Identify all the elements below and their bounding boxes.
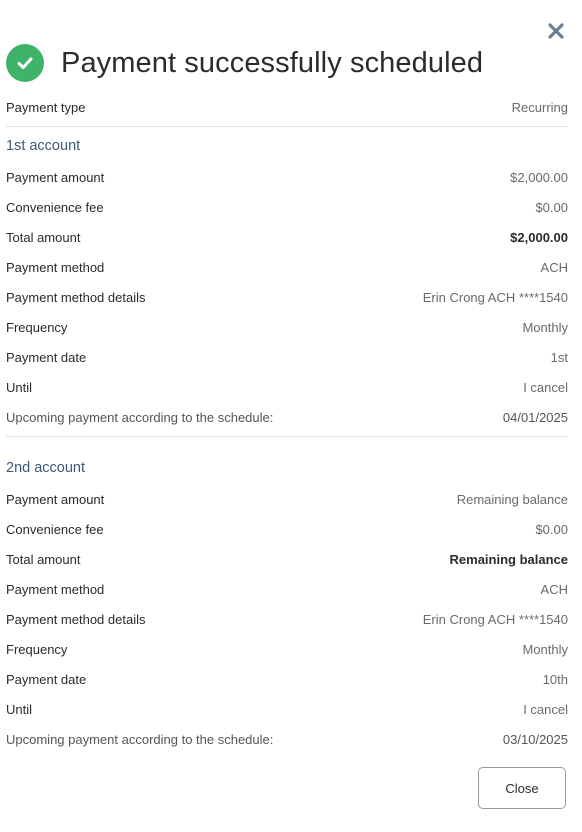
row-value: Remaining balance <box>449 551 568 567</box>
row-label: Convenience fee <box>6 521 104 537</box>
row-value: Remaining balance <box>456 491 568 507</box>
account-2-payment-date-row: Payment date 10th <box>6 668 568 690</box>
dialog-header: Payment successfully scheduled <box>6 41 483 85</box>
row-value: Monthly <box>522 319 568 335</box>
row-label: Frequency <box>6 641 68 657</box>
row-value: 03/10/2025 <box>502 731 568 747</box>
account-2-payment-amount-row: Payment amount Remaining balance <box>6 488 568 510</box>
row-value: $0.00 <box>535 521 568 537</box>
row-label: Upcoming payment according to the schedu… <box>6 409 274 425</box>
row-value: 10th <box>542 671 568 687</box>
row-label: Frequency <box>6 319 68 335</box>
row-label: Total amount <box>6 229 81 245</box>
account-1-payment-amount-row: Payment amount $2,000.00 <box>6 166 568 188</box>
row-value: ACH <box>540 259 568 275</box>
row-label: Payment date <box>6 671 87 687</box>
row-label: Payment date <box>6 349 87 365</box>
payment-type-row: Payment type Recurring <box>6 96 568 118</box>
row-label: Payment method details <box>6 611 146 627</box>
row-value: 04/01/2025 <box>502 409 568 425</box>
account-1-payment-method-details-row: Payment method details Erin Crong ACH **… <box>6 286 568 308</box>
account-2-title: 2nd account <box>6 460 86 476</box>
account-1-payment-method-row: Payment method ACH <box>6 256 568 278</box>
payment-type-label: Payment type <box>6 99 86 115</box>
account-2-convenience-fee-row: Convenience fee $0.00 <box>6 518 568 540</box>
divider <box>6 126 568 127</box>
account-2-total-amount-row: Total amount Remaining balance <box>6 548 568 570</box>
payment-type-value: Recurring <box>511 99 568 115</box>
account-2-frequency-row: Frequency Monthly <box>6 638 568 660</box>
row-label: Payment method <box>6 581 105 597</box>
account-1-title: 1st account <box>6 138 81 154</box>
row-label: Total amount <box>6 551 81 567</box>
account-1-frequency-row: Frequency Monthly <box>6 316 568 338</box>
account-2-until-row: Until I cancel <box>6 698 568 720</box>
row-label: Payment method <box>6 259 105 275</box>
row-label: Until <box>6 701 33 717</box>
row-label: Convenience fee <box>6 199 104 215</box>
row-value: $2,000.00 <box>510 169 568 185</box>
account-1-until-row: Until I cancel <box>6 376 568 398</box>
row-label: Until <box>6 379 33 395</box>
row-value: Erin Crong ACH ****1540 <box>422 611 568 627</box>
account-2-payment-method-row: Payment method ACH <box>6 578 568 600</box>
close-button[interactable]: Close <box>478 767 566 809</box>
row-label: Payment amount <box>6 169 105 185</box>
row-value: Erin Crong ACH ****1540 <box>422 289 568 305</box>
account-2-payment-method-details-row: Payment method details Erin Crong ACH **… <box>6 608 568 630</box>
account-1-payment-date-row: Payment date 1st <box>6 346 568 368</box>
row-value: 1st <box>550 349 568 365</box>
row-label: Upcoming payment according to the schedu… <box>6 731 274 747</box>
row-value: I cancel <box>523 701 568 717</box>
row-value: Monthly <box>522 641 568 657</box>
row-value: $2,000.00 <box>510 229 568 245</box>
divider <box>6 436 568 437</box>
row-value: I cancel <box>523 379 568 395</box>
success-check-icon <box>6 44 44 82</box>
row-value: $0.00 <box>535 199 568 215</box>
row-label: Payment amount <box>6 491 105 507</box>
account-1-upcoming-payment-row: Upcoming payment according to the schedu… <box>6 406 568 428</box>
row-label: Payment method details <box>6 289 146 305</box>
account-1-convenience-fee-row: Convenience fee $0.00 <box>6 196 568 218</box>
account-2-upcoming-payment-row: Upcoming payment according to the schedu… <box>6 728 568 750</box>
close-icon[interactable] <box>545 20 567 42</box>
dialog-title: Payment successfully scheduled <box>61 46 484 79</box>
account-1-total-amount-row: Total amount $2,000.00 <box>6 226 568 248</box>
row-value: ACH <box>540 581 568 597</box>
